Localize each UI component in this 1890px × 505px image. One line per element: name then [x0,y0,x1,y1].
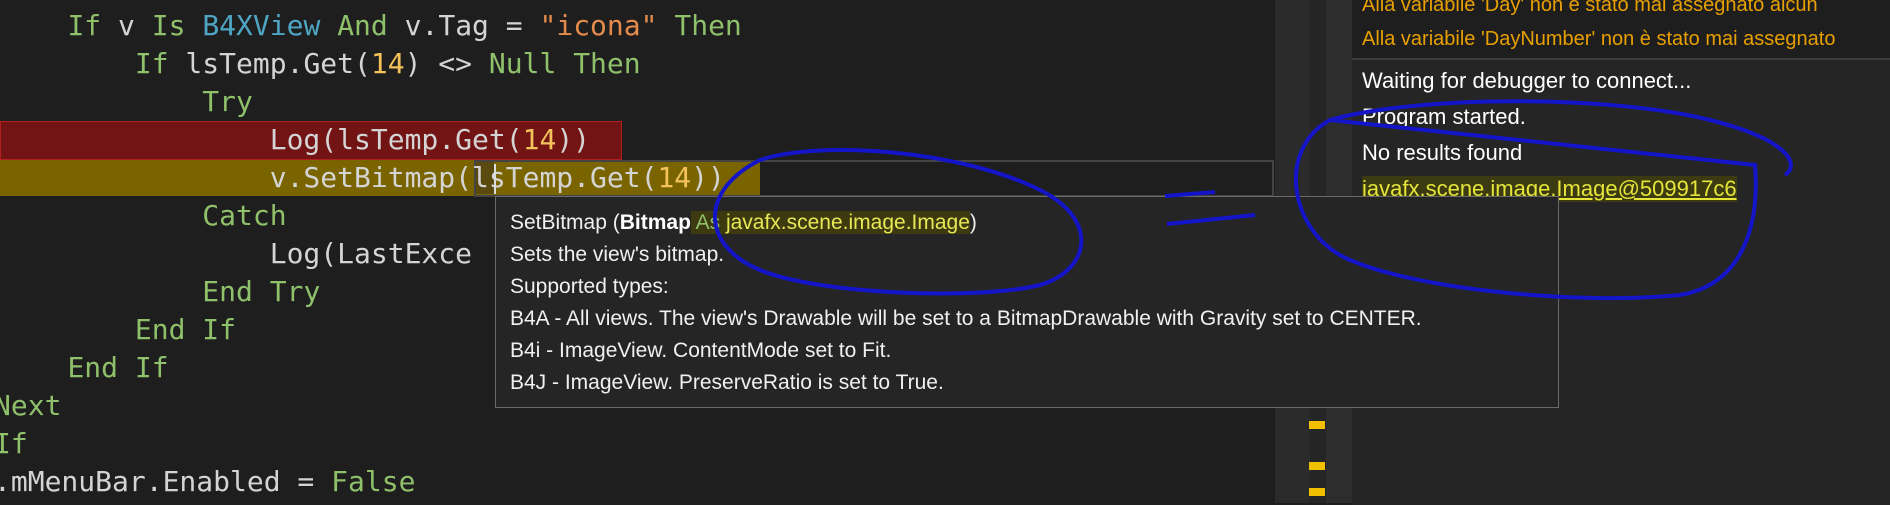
annotation-ellipse-left [713,148,1084,296]
annotation-dash-1 [1164,190,1216,198]
annotation-ellipse-right [1294,99,1793,301]
annotation-dash-2 [1166,213,1256,226]
annotation-overlay [713,99,1793,301]
